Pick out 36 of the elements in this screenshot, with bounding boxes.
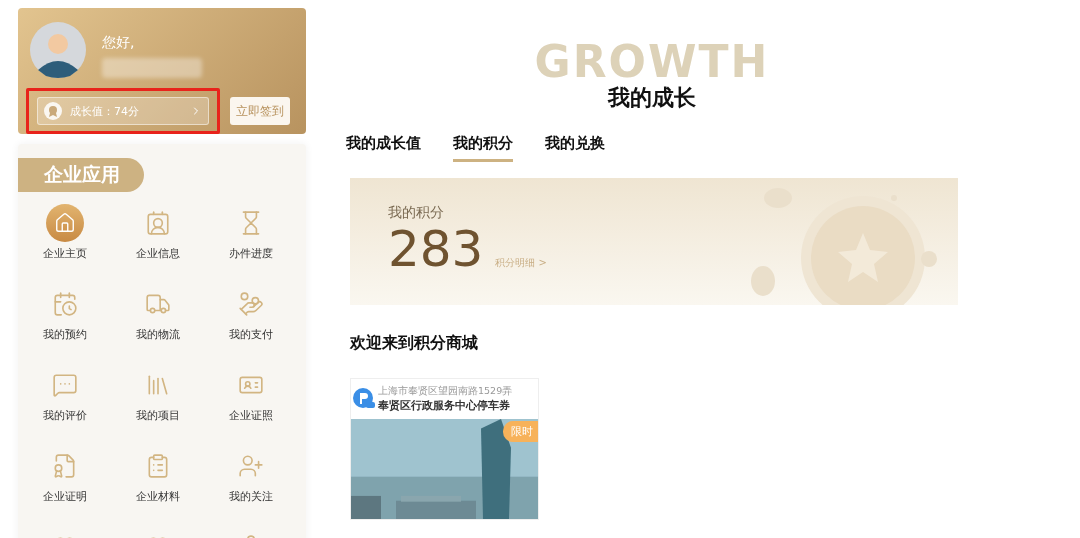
points-value: 283 <box>388 222 484 277</box>
points-label: 我的积分 <box>388 204 445 222</box>
app-label[interactable]: 企业证照 <box>229 408 274 423</box>
store-heading: 欢迎来到积分商城 <box>350 333 479 354</box>
app-label[interactable]: 企业信息 <box>136 246 180 261</box>
home-icon <box>53 212 76 234</box>
app-label[interactable]: 我的支付 <box>229 327 274 342</box>
product-address: 上海市奉贤区望园南路1529弄 <box>378 385 513 398</box>
product-title: 奉贤区行政服务中心停车券 <box>378 398 511 413</box>
limited-badge: 限时 <box>503 421 538 442</box>
app-label[interactable]: 企业证明 <box>42 489 87 504</box>
app-label[interactable]: 我的项目 <box>136 408 180 423</box>
greeting: 您好, <box>102 34 136 52</box>
section-ribbon: 企业应用 <box>18 158 144 192</box>
app-label[interactable]: 我的物流 <box>136 327 180 342</box>
selected-app-icon[interactable] <box>45 204 84 242</box>
chat-bubble-icon <box>51 372 78 398</box>
watermark-text: GROWTH <box>534 39 770 84</box>
app-label[interactable]: 企业主页 <box>42 246 87 261</box>
page-title: 我的成长 <box>608 85 696 111</box>
parking-icon <box>353 388 375 410</box>
calendar-clock-icon <box>51 291 78 317</box>
app-label[interactable]: 我的评价 <box>42 408 87 423</box>
app-label[interactable]: 企业材料 <box>136 489 180 504</box>
app-label[interactable]: 办件进度 <box>229 246 274 261</box>
contact-card-icon <box>145 210 171 236</box>
product-card[interactable]: 上海市奉贤区望园南路1529弄 奉贤区行政服务中心停车券 限时 <box>350 378 539 520</box>
medal-icon <box>44 102 62 120</box>
avatar <box>30 22 86 78</box>
tab[interactable]: 我的积分 <box>453 130 513 162</box>
tab[interactable]: 我的成长值 <box>346 130 421 162</box>
app-label[interactable]: 我的预约 <box>42 327 87 342</box>
user-plus-icon <box>238 453 265 479</box>
tab[interactable]: 我的兑换 <box>545 130 605 162</box>
app-label[interactable]: 我的关注 <box>229 489 274 504</box>
hand-coin-icon <box>238 291 265 317</box>
